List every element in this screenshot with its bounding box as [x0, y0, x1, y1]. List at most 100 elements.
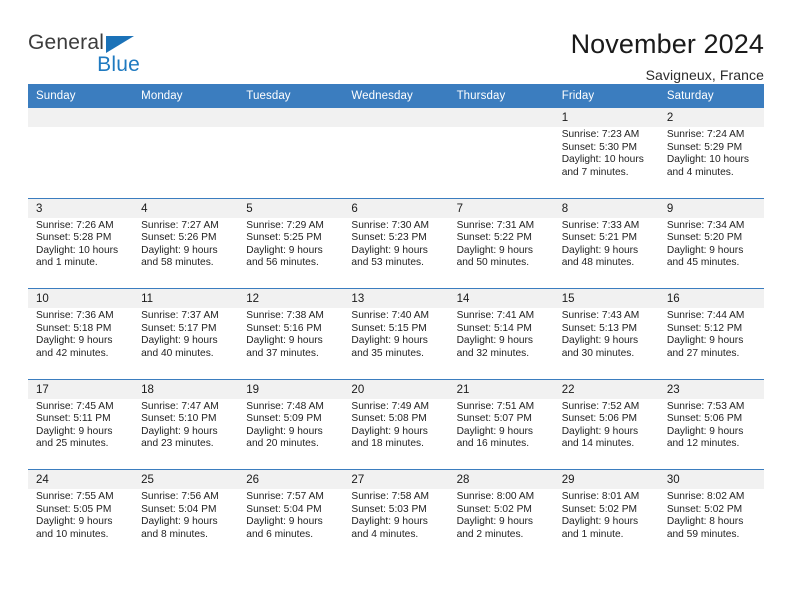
- day-cell[interactable]: Sunrise: 7:48 AM Sunset: 5:09 PM Daylight:…: [238, 398, 344, 470]
- day-sunrise-text: Sunrise: 7:43 AM: [561, 310, 640, 321]
- day-cell[interactable]: Sunrise: 7:45 AM Sunset: 5:11 PM Daylight:…: [28, 398, 134, 470]
- day-cell[interactable]: Sunrise: 7:27 AM Sunset: 5:26 PM Daylight:…: [133, 217, 239, 289]
- day-number[interactable]: 24: [28, 469, 134, 489]
- day-number[interactable]: 23: [658, 378, 764, 399]
- week-detail-row: Sunrise: 7:55 AM Sunset: 5:05 PM Daylight:…: [28, 489, 764, 560]
- day-cell[interactable]: Sunrise: 8:01 AM Sunset: 5:02 PM Daylight:…: [553, 489, 659, 560]
- day-sunset-text: Sunset: 5:10 PM: [141, 413, 217, 425]
- day-cell-empty: [133, 127, 239, 198]
- day-sunrise-text: Sunrise: 7:26 AM: [36, 219, 114, 231]
- week-detail-row: Sunrise: 7:36 AM Sunset: 5:18 PM Daylight:…: [28, 308, 764, 379]
- day-number[interactable]: 19: [238, 378, 344, 399]
- day-cell-empty: [448, 127, 554, 198]
- day-number[interactable]: 26: [238, 469, 344, 489]
- day-number[interactable]: 9: [658, 197, 764, 218]
- day-daylight-text: Daylight: 9 hours: [561, 335, 639, 347]
- day-number[interactable]: 14: [448, 288, 554, 308]
- day-number[interactable]: 7: [448, 197, 554, 218]
- day-number[interactable]: 5: [238, 197, 344, 218]
- day-number[interactable]: 17: [28, 378, 134, 399]
- day-daylight-text: Daylight: 9 hours: [246, 335, 323, 347]
- day-daylight-text: and 1 minute.: [36, 257, 98, 269]
- day-number[interactable]: 27: [343, 469, 449, 489]
- day-daylight-text: and 23 minutes.: [141, 438, 214, 450]
- day-sunset-text: Sunset: 5:11 PM: [36, 413, 111, 425]
- day-number[interactable]: 11: [133, 288, 239, 308]
- day-sunset-text: Sunset: 5:07 PM: [456, 413, 532, 425]
- day-number[interactable]: 13: [343, 288, 449, 308]
- day-sunset-text: Sunset: 5:03 PM: [351, 503, 427, 515]
- day-cell[interactable]: Sunrise: 7:37 AM Sunset: 5:17 PM Daylight:…: [133, 308, 239, 379]
- day-cell[interactable]: Sunrise: 7:57 AM Sunset: 5:04 PM Daylight:…: [238, 489, 344, 560]
- day-sunset-text: Sunset: 5:09 PM: [246, 413, 322, 425]
- day-cell[interactable]: Sunrise: 7:51 AM Sunset: 5:07 PM Daylight:…: [448, 398, 554, 470]
- day-number[interactable]: 6: [343, 197, 449, 218]
- day-number[interactable]: 2: [658, 108, 764, 127]
- day-number[interactable]: 12: [238, 288, 344, 308]
- day-cell[interactable]: Sunrise: 7:52 AM Sunset: 5:06 PM Daylight:…: [553, 398, 659, 470]
- day-cell[interactable]: Sunrise: 7:26 AM Sunset: 5:28 PM Daylight:…: [28, 217, 134, 289]
- day-cell[interactable]: Sunrise: 7:47 AM Sunset: 5:10 PM Daylight:…: [133, 398, 239, 470]
- day-cell[interactable]: Sunrise: 7:30 AM Sunset: 5:23 PM Daylight:…: [343, 217, 449, 289]
- day-daylight-text: and 1 minute.: [561, 528, 624, 540]
- day-cell[interactable]: Sunrise: 7:55 AM Sunset: 5:05 PM Daylight:…: [28, 489, 134, 560]
- calendar-grid: Sunday Monday Tuesday Wednesday Thursday Frid…: [28, 84, 764, 560]
- day-sunrise-text: Sunrise: 7:49 AM: [351, 400, 430, 412]
- day-daylight-text: Daylight: 9 hours: [351, 516, 428, 528]
- day-cell[interactable]: Sunrise: 7:49 AM Sunset: 5:08 PM Daylight:…: [343, 398, 449, 470]
- day-number[interactable]: 29: [553, 469, 659, 489]
- day-number[interactable]: 10: [28, 288, 134, 308]
- day-cell[interactable]: Sunrise: 7:23 AM Sunset: 5:30 PM Daylight:…: [553, 127, 659, 198]
- day-daylight-text: Daylight: 9 hours: [141, 425, 218, 437]
- calendar-table: Sunday Monday Tuesday Wednesday Thursday Frid…: [28, 84, 764, 560]
- day-sunrise-text: Sunrise: 7:38 AM: [246, 310, 324, 321]
- day-number-empty: [238, 108, 344, 127]
- day-cell[interactable]: Sunrise: 7:38 AM Sunset: 5:16 PM Daylight:…: [238, 308, 344, 379]
- day-number[interactable]: 22: [553, 378, 659, 399]
- day-cell[interactable]: Sunrise: 7:31 AM Sunset: 5:22 PM Daylight:…: [448, 217, 554, 289]
- day-sunrise-text: Sunrise: 7:56 AM: [141, 491, 219, 502]
- day-number[interactable]: 16: [658, 288, 764, 308]
- day-number[interactable]: 3: [28, 197, 134, 218]
- day-number[interactable]: 8: [553, 197, 659, 218]
- day-cell[interactable]: Sunrise: 7:29 AM Sunset: 5:25 PM Daylight:…: [238, 217, 344, 289]
- day-number[interactable]: 20: [343, 378, 449, 399]
- day-cell[interactable]: Sunrise: 7:40 AM Sunset: 5:15 PM Daylight:…: [343, 308, 449, 379]
- day-cell[interactable]: Sunrise: 8:00 AM Sunset: 5:02 PM Daylight:…: [448, 489, 554, 560]
- day-sunrise-text: Sunrise: 7:27 AM: [141, 219, 219, 231]
- day-sunrise-text: Sunrise: 7:36 AM: [36, 310, 114, 321]
- calendar-page: General Blue November 2024 Savigneux, Fr…: [0, 0, 792, 612]
- day-sunset-text: Sunset: 5:08 PM: [351, 413, 427, 425]
- day-cell[interactable]: Sunrise: 7:24 AM Sunset: 5:29 PM Daylight:…: [658, 127, 764, 198]
- day-daylight-text: Daylight: 9 hours: [246, 516, 323, 528]
- day-cell[interactable]: Sunrise: 7:43 AM Sunset: 5:13 PM Daylight:…: [553, 308, 659, 379]
- day-sunset-text: Sunset: 5:17 PM: [141, 322, 217, 334]
- day-cell[interactable]: Sunrise: 7:53 AM Sunset: 5:06 PM Daylight:…: [658, 398, 764, 470]
- day-number[interactable]: 28: [448, 469, 554, 489]
- day-number[interactable]: 4: [133, 197, 239, 218]
- day-cell[interactable]: Sunrise: 7:36 AM Sunset: 5:18 PM Daylight:…: [28, 308, 134, 379]
- day-cell[interactable]: Sunrise: 7:44 AM Sunset: 5:12 PM Daylight:…: [658, 308, 764, 379]
- day-cell[interactable]: Sunrise: 7:34 AM Sunset: 5:20 PM Daylight:…: [658, 217, 764, 289]
- day-sunrise-text: Sunrise: 7:52 AM: [561, 400, 640, 412]
- day-sunset-text: Sunset: 5:30 PM: [561, 141, 638, 153]
- day-daylight-text: Daylight: 9 hours: [561, 516, 639, 528]
- day-number[interactable]: 15: [553, 288, 659, 308]
- day-number[interactable]: 30: [658, 469, 764, 489]
- day-number[interactable]: 21: [448, 378, 554, 399]
- day-daylight-text: and 4 minutes.: [351, 528, 419, 540]
- weekday-header-friday: Friday: [553, 84, 659, 108]
- day-cell[interactable]: Sunrise: 7:56 AM Sunset: 5:04 PM Daylight:…: [133, 489, 239, 560]
- day-daylight-text: and 18 minutes.: [351, 438, 424, 450]
- day-cell[interactable]: Sunrise: 7:58 AM Sunset: 5:03 PM Daylight:…: [343, 489, 449, 560]
- day-cell[interactable]: Sunrise: 7:41 AM Sunset: 5:14 PM Daylight:…: [448, 308, 554, 379]
- day-sunset-text: Sunset: 5:15 PM: [351, 322, 427, 334]
- weekday-header-saturday: Saturday: [658, 84, 764, 108]
- day-cell[interactable]: Sunrise: 7:33 AM Sunset: 5:21 PM Daylight:…: [553, 217, 659, 289]
- day-number[interactable]: 25: [133, 469, 239, 489]
- day-number[interactable]: 18: [133, 378, 239, 399]
- day-number[interactable]: 1: [553, 108, 659, 127]
- day-cell[interactable]: Sunrise: 8:02 AM Sunset: 5:02 PM Daylight:…: [658, 489, 764, 560]
- generalblue-logo: General Blue: [28, 28, 148, 80]
- day-daylight-text: and 45 minutes.: [666, 257, 740, 269]
